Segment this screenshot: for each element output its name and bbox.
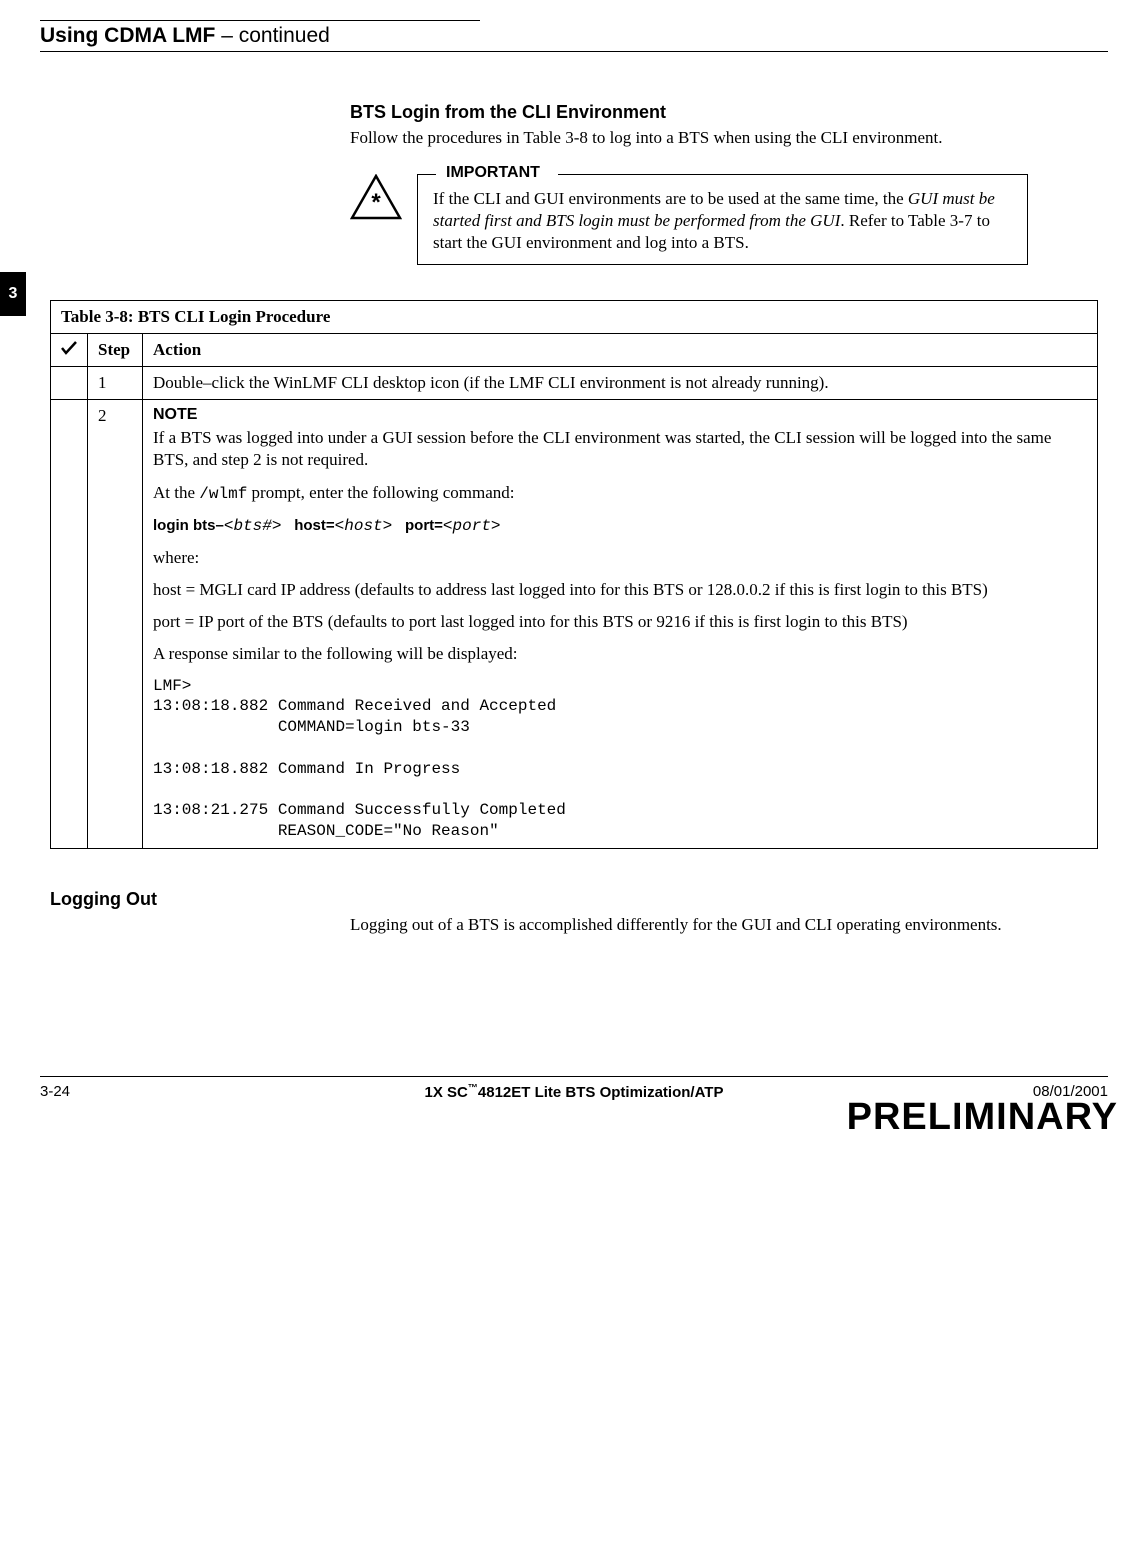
table-row: 2 NOTE If a BTS was logged into under a … xyxy=(51,400,1098,849)
footer-date: 08/01/2001 xyxy=(1033,1083,1108,1100)
cmd-port-label: port= xyxy=(405,517,443,534)
prompt-line: At the /wlmf prompt, enter the following… xyxy=(153,482,1087,505)
cmd-arg2: <host> xyxy=(335,517,393,535)
action-cell: Double–click the WinLMF CLI desktop icon… xyxy=(143,367,1098,400)
section-block: BTS Login from the CLI Environment Follo… xyxy=(350,102,1028,149)
header-top-rule xyxy=(40,20,480,21)
where-label: where: xyxy=(153,547,1087,569)
cmd-arg3: <port> xyxy=(443,517,501,535)
step-number: 2 xyxy=(88,400,143,849)
cmd-prefix: login bts– xyxy=(153,517,224,534)
command-line: login bts–<bts#> host=<host> port=<port> xyxy=(153,514,1087,537)
table-caption-bold: Table 3-8: xyxy=(61,307,134,326)
chapter-tab: 3 xyxy=(0,272,26,316)
header-bottom-rule xyxy=(40,51,1108,52)
important-text-before: If the CLI and GUI environments are to b… xyxy=(433,189,908,208)
svg-text:*: * xyxy=(371,189,381,216)
response-intro: A response similar to the following will… xyxy=(153,643,1087,665)
footer-rule xyxy=(40,1076,1108,1077)
action-text: Double–click the WinLMF CLI desktop icon… xyxy=(153,373,829,392)
preliminary-watermark: PRELIMINARY xyxy=(40,1096,1118,1139)
important-content: IMPORTANT If the CLI and GUI environment… xyxy=(417,174,1028,265)
footer-center-after: 4812ET Lite BTS Optimization/ATP xyxy=(478,1084,724,1101)
procedure-table: Table 3-8: BTS CLI Login Procedure Step … xyxy=(50,300,1098,849)
prompt-before: At the xyxy=(153,483,199,502)
subsection-text: Logging out of a BTS is accomplished dif… xyxy=(350,914,1028,936)
check-icon xyxy=(61,341,77,355)
page-header-title: Using CDMA LMF – continued xyxy=(40,24,1108,48)
table-row: 1 Double–click the WinLMF CLI desktop ic… xyxy=(51,367,1098,400)
subsection-heading: Logging Out xyxy=(50,889,1108,910)
check-cell xyxy=(51,400,88,849)
note-label: NOTE xyxy=(153,406,1087,424)
important-text: If the CLI and GUI environments are to b… xyxy=(433,188,1012,254)
page-footer: 3-24 1X SC™4812ET Lite BTS Optimization/… xyxy=(40,1076,1108,1139)
cmd-host-label: host= xyxy=(294,517,334,534)
important-label: IMPORTANT xyxy=(441,164,545,182)
table-header-step: Step xyxy=(88,334,143,367)
table-header-action: Action xyxy=(143,334,1098,367)
section-text: Follow the procedures in Table 3-8 to lo… xyxy=(350,127,1028,149)
footer-row: 3-24 1X SC™4812ET Lite BTS Optimization/… xyxy=(40,1083,1108,1100)
table-caption: Table 3-8: BTS CLI Login Procedure xyxy=(51,301,1098,334)
table-header-check xyxy=(51,334,88,367)
footer-center: 1X SC™4812ET Lite BTS Optimization/ATP xyxy=(425,1083,724,1101)
section-heading: BTS Login from the CLI Environment xyxy=(350,102,1028,123)
footer-center-before: 1X SC xyxy=(425,1084,468,1101)
check-cell xyxy=(51,367,88,400)
where-port: port = IP port of the BTS (defaults to p… xyxy=(153,611,1087,633)
footer-tm: ™ xyxy=(468,1083,478,1094)
prompt-code: /wlmf xyxy=(199,485,247,503)
important-box: * IMPORTANT If the CLI and GUI environme… xyxy=(350,174,1028,265)
footer-page-number: 3-24 xyxy=(40,1083,70,1100)
cmd-arg1: <bts#> xyxy=(224,517,282,535)
prompt-after: prompt, enter the following command: xyxy=(247,483,514,502)
table-caption-rest: BTS CLI Login Procedure xyxy=(134,307,331,326)
note-text: If a BTS was logged into under a GUI ses… xyxy=(153,427,1087,471)
where-host: host = MGLI card IP address (defaults to… xyxy=(153,579,1087,601)
header-title-suffix: – continued xyxy=(215,24,329,47)
header-title-bold: Using CDMA LMF xyxy=(40,24,215,47)
action-cell: NOTE If a BTS was logged into under a GU… xyxy=(143,400,1098,849)
important-star-icon: * xyxy=(350,174,402,220)
response-block: LMF> 13:08:18.882 Command Received and A… xyxy=(153,676,1087,842)
step-number: 1 xyxy=(88,367,143,400)
